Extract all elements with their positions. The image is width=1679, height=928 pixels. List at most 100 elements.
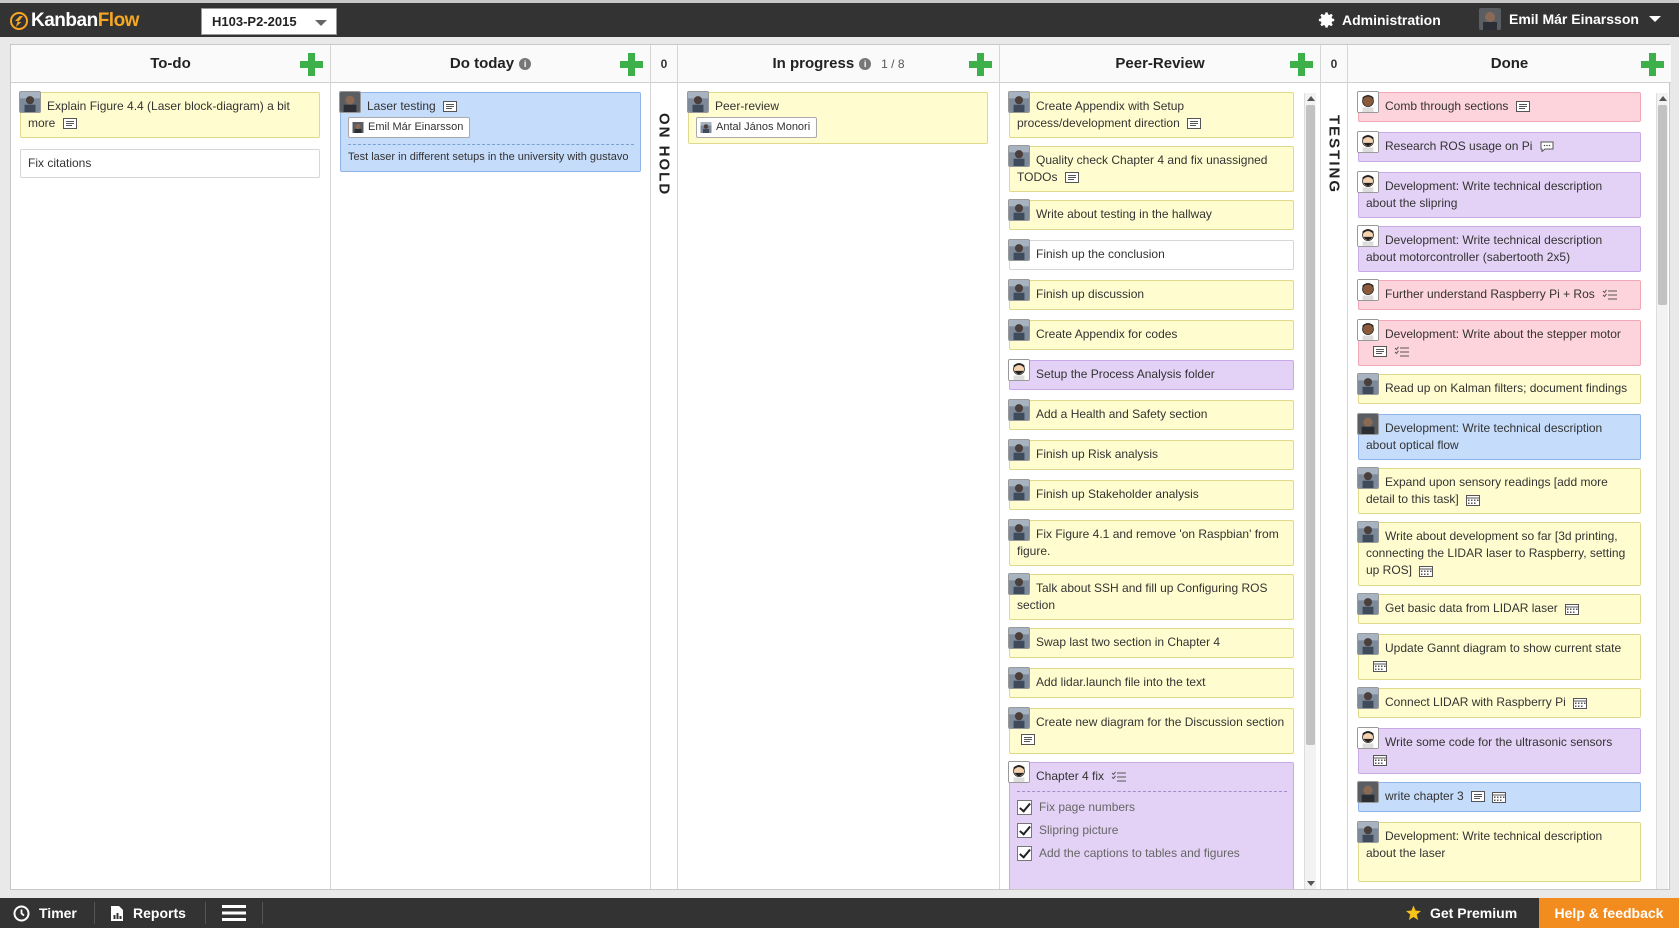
scroll-up-arrow-icon[interactable] (1307, 96, 1315, 101)
info-icon[interactable]: i (859, 57, 872, 70)
get-premium-button[interactable]: Get Premium (1405, 898, 1517, 928)
task-card[interactable]: Add lidar.launch file into the text (1008, 667, 1294, 698)
task-title: Create new diagram for the Discussion se… (1036, 715, 1285, 729)
task-card[interactable]: Finish up Stakeholder analysis (1008, 479, 1294, 510)
task-card[interactable]: Write some code for the ultrasonic senso… (1357, 727, 1641, 774)
divider (348, 144, 634, 145)
scroll-down-arrow-icon[interactable] (1307, 881, 1315, 886)
task-card[interactable]: Write about development so far [3d print… (1357, 521, 1641, 586)
scrollbar-thumb[interactable] (1658, 105, 1667, 305)
timer-button[interactable]: Timer (13, 898, 77, 928)
task-card[interactable]: Further understand Raspberry Pi + Ros (1357, 279, 1641, 310)
reports-button[interactable]: Reports (110, 898, 186, 928)
assignee-avatar (1008, 399, 1030, 421)
scroll-up-arrow-icon[interactable] (1659, 96, 1667, 101)
task-card[interactable]: Write about testing in the hallway (1008, 199, 1294, 230)
assignee-avatar (1008, 91, 1030, 113)
task-card[interactable]: Explain Figure 4.4 (Laser block-diagram)… (19, 91, 320, 138)
assignee-avatar (1008, 667, 1030, 689)
task-card[interactable]: Fix Figure 4.1 and remove 'on Raspbian' … (1008, 519, 1294, 566)
task-title: Finish up Risk analysis (1036, 447, 1159, 461)
add-task-button[interactable] (1641, 53, 1664, 76)
column-on-hold-collapsed[interactable]: 0 ON HOLD (651, 45, 678, 889)
help-feedback-button[interactable]: Help & feedback (1539, 898, 1679, 928)
subtask-label: Add the captions to tables and figures (1039, 846, 1240, 860)
task-card[interactable]: Development: Write technical description… (1357, 225, 1641, 272)
assignee-avatar (1008, 479, 1030, 501)
info-icon[interactable]: i (519, 57, 532, 70)
assignee-name: Antal János Monori (716, 121, 811, 133)
description-icon (63, 118, 77, 129)
separator (94, 902, 95, 924)
add-task-button[interactable] (620, 53, 643, 76)
task-card[interactable]: Finish up discussion (1008, 279, 1294, 310)
task-card[interactable]: Swap last two section in Chapter 4 (1008, 627, 1294, 658)
task-card[interactable]: Create Appendix with Setup process/devel… (1008, 91, 1294, 138)
task-card[interactable]: Development: Write technical description… (1357, 413, 1641, 460)
column-title[interactable]: ON HOLD (656, 113, 673, 196)
subtask-checkbox[interactable] (1017, 846, 1032, 861)
assignee-avatar (1008, 761, 1030, 783)
task-title: Read up on Kalman filters; document find… (1385, 381, 1628, 395)
assignee-avatar (687, 91, 709, 113)
description-icon (1021, 734, 1035, 745)
task-card[interactable]: write chapter 3 (1357, 781, 1641, 812)
task-title: Expand upon sensory readings [add more d… (1366, 475, 1608, 506)
add-task-button[interactable] (969, 53, 992, 76)
task-card[interactable]: Research ROS usage on Pi (1357, 131, 1641, 162)
task-title: Quality check Chapter 4 and fix unassign… (1017, 153, 1268, 184)
subtask-item[interactable]: Slipring picture (1017, 819, 1287, 842)
task-card[interactable]: Create new diagram for the Discussion se… (1008, 707, 1294, 754)
task-title: Finish up Stakeholder analysis (1036, 487, 1199, 501)
column-task-count: 0 (651, 45, 677, 83)
task-card[interactable]: Get basic data from LIDAR laser (1357, 593, 1641, 624)
task-card[interactable]: Finish up Risk analysis (1008, 439, 1294, 470)
task-card[interactable]: Finish up the conclusion (1008, 239, 1294, 270)
comment-icon (1540, 141, 1554, 152)
task-card[interactable]: Read up on Kalman filters; document find… (1357, 373, 1641, 404)
column-done: Done Comb through sections Research ROS … (1348, 45, 1671, 889)
subtask-item[interactable]: Fix page numbers (1017, 796, 1287, 819)
assignee-avatar (1357, 131, 1379, 153)
task-card[interactable]: Expand upon sensory readings [add more d… (1357, 467, 1641, 514)
task-card[interactable]: Fix citations (20, 149, 320, 178)
task-card[interactable]: Create Appendix for codes (1008, 319, 1294, 350)
task-card[interactable]: Connect LIDAR with Raspberry Pi (1357, 687, 1641, 718)
peer-review-scrollbar[interactable] (1304, 93, 1316, 889)
main-menu-button[interactable] (222, 898, 246, 928)
column-title[interactable]: TESTING (1326, 115, 1343, 194)
subtask-checkbox[interactable] (1017, 800, 1032, 815)
subtask-checkbox[interactable] (1017, 823, 1032, 838)
task-card[interactable]: Development: Write technical description… (1357, 821, 1641, 882)
task-card[interactable]: Add a Health and Safety section (1008, 399, 1294, 430)
task-card[interactable]: Quality check Chapter 4 and fix unassign… (1008, 145, 1294, 192)
kanbanflow-logo[interactable]: Kanban Flow (10, 10, 139, 32)
add-task-button[interactable] (1290, 53, 1313, 76)
subtasks-icon (1602, 289, 1618, 300)
task-card[interactable]: Talk about SSH and fill up Configuring R… (1008, 573, 1294, 620)
assignee-avatar (1008, 359, 1030, 381)
reports-label: Reports (133, 905, 186, 921)
task-card[interactable]: Update Gannt diagram to show current sta… (1357, 633, 1641, 680)
administration-label: Administration (1342, 12, 1441, 28)
scrollbar-thumb[interactable] (1306, 105, 1315, 745)
separator (205, 902, 206, 924)
description-icon (1471, 791, 1485, 802)
task-title: Connect LIDAR with Raspberry Pi (1385, 695, 1566, 709)
add-task-button[interactable] (300, 53, 323, 76)
task-card[interactable]: Development: Write technical description… (1357, 171, 1641, 218)
column-testing-collapsed[interactable]: 0 TESTING (1321, 45, 1348, 889)
task-card[interactable]: Laser testing Emil Már Einarsson Test la… (339, 91, 641, 172)
assignee-avatar (339, 91, 361, 113)
calendar-icon (1373, 754, 1387, 766)
user-menu[interactable]: Emil Már Einarsson (1479, 8, 1661, 30)
task-card[interactable]: Development: Write about the stepper mot… (1357, 319, 1641, 366)
task-card[interactable]: Comb through sections (1357, 91, 1641, 122)
task-card[interactable]: Chapter 4 fix Fix page numbers Slipring … (1008, 761, 1294, 889)
task-card[interactable]: Setup the Process Analysis folder (1008, 359, 1294, 390)
done-scrollbar[interactable] (1656, 93, 1668, 889)
subtask-item[interactable]: Add the captions to tables and figures (1017, 842, 1287, 865)
administration-link[interactable]: Administration (1318, 11, 1441, 29)
board-selector[interactable]: H103-P2-2015 (201, 8, 337, 35)
task-card[interactable]: Peer-review Antal János Monori (687, 91, 988, 144)
